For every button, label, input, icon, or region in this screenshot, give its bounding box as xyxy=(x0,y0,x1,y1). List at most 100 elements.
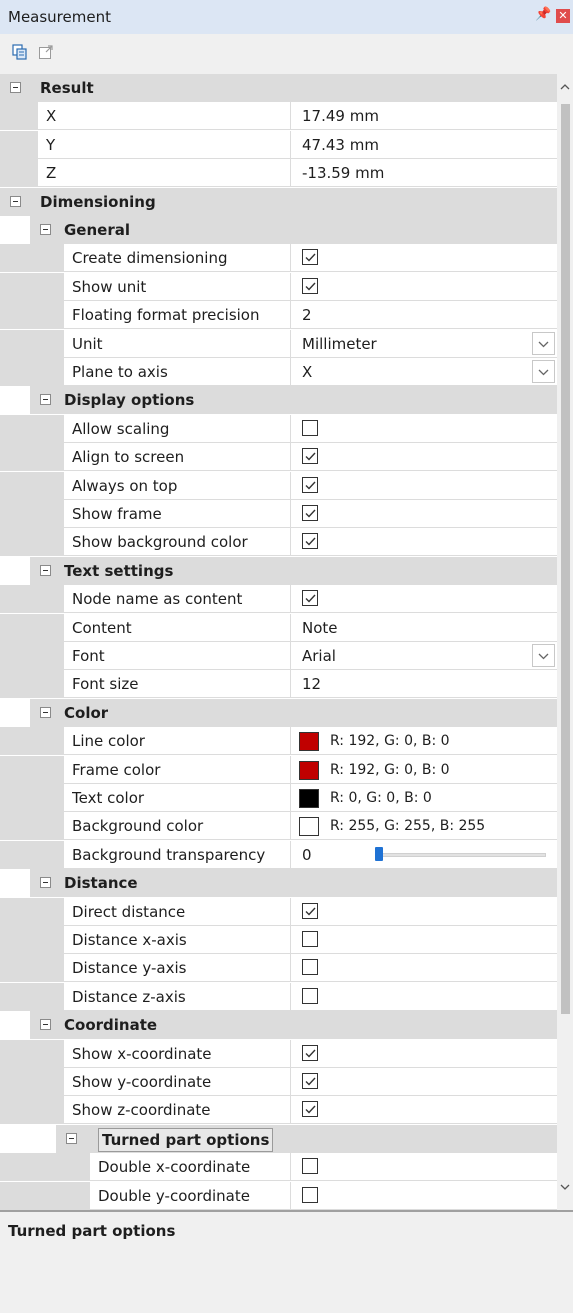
checkbox-unchecked[interactable] xyxy=(302,931,318,947)
color-swatch[interactable] xyxy=(299,732,319,752)
property-show-background-color[interactable]: Show background color xyxy=(0,528,557,557)
checkbox-checked[interactable] xyxy=(302,590,318,607)
property-allow-scaling[interactable]: Allow scaling xyxy=(0,414,557,443)
property-show-x-coordinate[interactable]: Show x-coordinate xyxy=(0,1039,557,1068)
scroll-down-icon[interactable] xyxy=(560,1182,570,1192)
slider-track[interactable] xyxy=(380,852,546,857)
property-background-color[interactable]: Background color R: 255, G: 255, B: 255 xyxy=(0,812,557,841)
property-always-on-top[interactable]: Always on top xyxy=(0,471,557,500)
property-double-x-coordinate[interactable]: Double x-coordinate xyxy=(0,1153,557,1182)
export-icon[interactable] xyxy=(38,44,54,60)
row-label: Distance xyxy=(64,874,138,893)
property-frame-color[interactable]: Frame color R: 192, G: 0, B: 0 xyxy=(0,755,557,784)
collapse-icon[interactable] xyxy=(40,706,51,718)
vertical-scrollbar[interactable] xyxy=(557,74,573,1210)
category-distance[interactable]: Distance xyxy=(30,869,557,898)
row-gutter xyxy=(0,585,64,614)
copy-icon[interactable] xyxy=(12,44,28,60)
value-field[interactable]: 17.49 mm xyxy=(291,102,557,130)
property-content[interactable]: Content Note xyxy=(0,613,557,642)
checkbox-checked[interactable] xyxy=(302,533,318,550)
category-general[interactable]: General xyxy=(30,216,557,244)
property-z[interactable]: Z -13.59 mm xyxy=(0,159,557,188)
row-label: Z xyxy=(46,159,291,188)
category-dimensioning[interactable]: Dimensioning xyxy=(0,187,557,216)
scroll-thumb[interactable] xyxy=(561,104,570,1014)
property-show-y-coordinate[interactable]: Show y-coordinate xyxy=(0,1068,557,1096)
chevron-down-icon[interactable] xyxy=(532,360,555,383)
property-line-color[interactable]: Line color R: 192, G: 0, B: 0 xyxy=(0,727,557,756)
pin-icon[interactable]: 📌 xyxy=(535,7,551,22)
property-align-to-screen[interactable]: Align to screen xyxy=(0,443,557,472)
property-show-z-coordinate[interactable]: Show z-coordinate xyxy=(0,1096,557,1125)
checkbox-unchecked[interactable] xyxy=(302,1158,318,1175)
checkbox-unchecked[interactable] xyxy=(302,959,318,976)
checkbox-unchecked[interactable] xyxy=(302,987,318,1004)
row-label: Coordinate xyxy=(64,1016,158,1035)
collapse-icon[interactable] xyxy=(10,195,21,207)
scroll-up-icon[interactable] xyxy=(560,82,570,92)
checkbox-checked[interactable] xyxy=(302,448,318,465)
property-floating-format-precision[interactable]: Floating format precision 2 xyxy=(0,301,557,330)
category-coordinate[interactable]: Coordinate xyxy=(30,1011,557,1040)
category-display-options[interactable]: Display options xyxy=(30,386,557,415)
property-show-unit[interactable]: Show unit xyxy=(0,272,557,301)
row-label: Dimensioning xyxy=(40,192,156,211)
property-distance-x-axis[interactable]: Distance x-axis xyxy=(0,926,557,954)
category-turned-part-options[interactable]: Turned part options xyxy=(56,1124,557,1153)
property-create-dimensioning[interactable]: Create dimensioning xyxy=(0,244,557,273)
checkbox-checked[interactable] xyxy=(302,505,318,521)
property-plane-to-axis[interactable]: Plane to axis X xyxy=(0,358,557,386)
color-swatch[interactable] xyxy=(299,817,319,837)
property-distance-z-axis[interactable]: Distance z-axis xyxy=(0,982,557,1011)
property-text-color[interactable]: Text color R: 0, G: 0, B: 0 xyxy=(0,784,557,812)
category-color[interactable]: Color xyxy=(30,698,557,727)
value-field[interactable]: 2 xyxy=(291,301,557,329)
property-font-size[interactable]: Font size 12 xyxy=(0,670,557,699)
row-gutter xyxy=(0,812,64,841)
property-y[interactable]: Y 47.43 mm xyxy=(0,130,557,159)
color-swatch[interactable] xyxy=(299,789,319,808)
dropdown-value[interactable]: Millimeter xyxy=(291,330,557,358)
value-field[interactable]: 12 xyxy=(291,670,557,698)
collapse-icon[interactable] xyxy=(40,877,51,889)
collapse-icon[interactable] xyxy=(40,1019,51,1031)
property-double-y-coordinate[interactable]: Double y-coordinate xyxy=(0,1181,557,1210)
checkbox-checked[interactable] xyxy=(302,476,318,493)
property-node-name-as-content[interactable]: Node name as content xyxy=(0,585,557,614)
close-icon[interactable]: ✕ xyxy=(556,9,570,23)
property-background-transparency[interactable]: Background transparency 0 xyxy=(0,840,557,869)
collapse-icon[interactable] xyxy=(40,394,51,406)
value-field[interactable]: 47.43 mm xyxy=(291,131,557,159)
color-swatch[interactable] xyxy=(299,760,319,780)
window-title: Measurement xyxy=(8,8,111,26)
chevron-down-icon[interactable] xyxy=(532,331,555,355)
category-result[interactable]: Result xyxy=(0,74,557,102)
checkbox-checked[interactable] xyxy=(302,249,318,266)
checkbox-checked[interactable] xyxy=(302,902,318,919)
property-x[interactable]: X 17.49 mm xyxy=(0,102,557,131)
row-gutter xyxy=(0,982,64,1011)
checkbox-checked[interactable] xyxy=(302,277,318,294)
checkbox-checked[interactable] xyxy=(302,1073,318,1089)
checkbox-unchecked[interactable] xyxy=(302,419,318,436)
category-text-settings[interactable]: Text settings xyxy=(30,556,557,585)
collapse-icon[interactable] xyxy=(66,1132,77,1144)
chevron-down-icon[interactable] xyxy=(532,644,555,667)
collapse-icon[interactable] xyxy=(40,564,51,576)
checkbox-unchecked[interactable] xyxy=(302,1186,318,1203)
slider-thumb[interactable] xyxy=(375,846,383,861)
collapse-icon[interactable] xyxy=(10,82,21,93)
property-direct-distance[interactable]: Direct distance xyxy=(0,897,557,926)
property-unit[interactable]: Unit Millimeter xyxy=(0,329,557,358)
property-font[interactable]: Font Arial xyxy=(0,642,557,670)
property-show-frame[interactable]: Show frame xyxy=(0,500,557,528)
collapse-icon[interactable] xyxy=(40,224,51,235)
dropdown-value[interactable]: X xyxy=(291,358,557,386)
property-distance-y-axis[interactable]: Distance y-axis xyxy=(0,954,557,983)
value-field[interactable]: Note xyxy=(291,614,557,642)
value-field[interactable]: -13.59 mm xyxy=(291,159,557,187)
checkbox-checked[interactable] xyxy=(302,1044,318,1061)
checkbox-checked[interactable] xyxy=(302,1101,318,1118)
dropdown-value[interactable]: Arial xyxy=(291,642,557,670)
